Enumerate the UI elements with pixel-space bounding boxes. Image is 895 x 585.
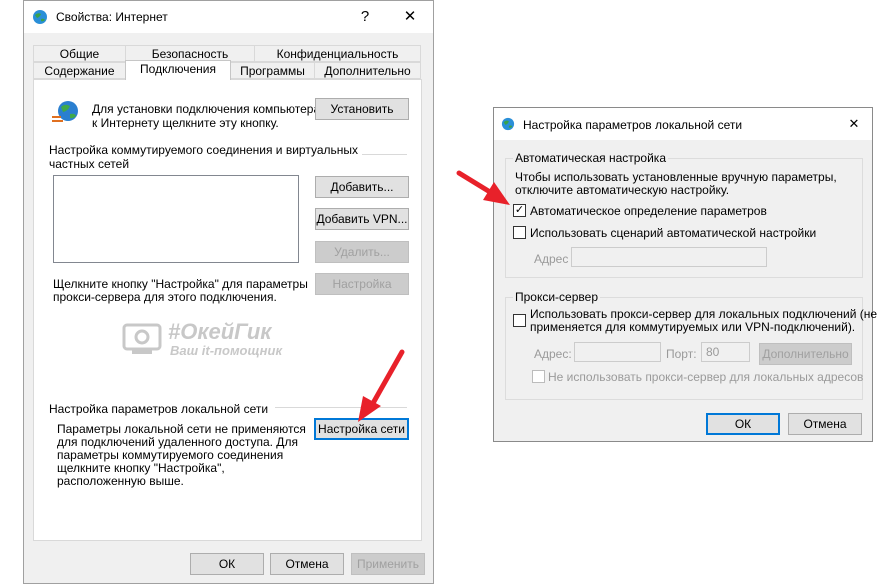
- script-address-input[interactable]: [571, 247, 767, 267]
- watermark-brand: #ОкейГик: [168, 319, 272, 344]
- tab-privacy[interactable]: Конфиденциальность: [254, 45, 421, 62]
- bypass-local-checkbox[interactable]: [532, 370, 545, 383]
- add-vpn-button[interactable]: Добавить VPN...: [315, 208, 409, 230]
- proxy-hint-line1: Щелкните кнопку "Настройка" для параметр…: [53, 277, 308, 291]
- use-proxy-checkbox[interactable]: [513, 314, 526, 327]
- tab-content[interactable]: Содержание: [33, 62, 126, 79]
- lan-section-title: Настройка параметров локальной сети: [49, 402, 269, 416]
- dialog-title: Настройка параметров локальной сети: [523, 118, 743, 132]
- auto-script-label: Использовать сценарий автоматической нас…: [530, 226, 817, 240]
- tab-general[interactable]: Общие: [33, 45, 126, 62]
- setup-text-line1: Для установки подключения компьютера: [92, 102, 321, 116]
- port-label: Порт:: [666, 347, 697, 361]
- lan-text-line1: Параметры локальной сети не применяются: [57, 422, 306, 436]
- lan-text-line4: щелкните кнопку "Настройка",: [57, 461, 225, 475]
- dialup-divider: [362, 154, 407, 155]
- internet-globe-icon: [501, 117, 515, 131]
- tab-programs[interactable]: Программы: [230, 62, 315, 79]
- auto-detect-checkbox[interactable]: ✓: [513, 204, 526, 217]
- setup-text-line2: к Интернету щелкните эту кнопку.: [92, 116, 279, 130]
- setup-button[interactable]: Установить: [315, 98, 409, 120]
- network-globe-icon: [50, 99, 80, 127]
- proxy-hint-line2: прокси-сервера для этого подключения.: [53, 290, 277, 304]
- proxy-group-label: Прокси-сервер: [513, 290, 600, 304]
- proxy-address-input[interactable]: [574, 342, 661, 362]
- cancel-button[interactable]: Отмена: [270, 553, 344, 575]
- auto-config-group-label: Автоматическая настройка: [513, 151, 668, 165]
- use-proxy-label-line2: применяется для коммутируемых или VPN-по…: [530, 320, 856, 334]
- checkmark-icon: ✓: [514, 204, 525, 216]
- dialog-ok-button[interactable]: ОК: [706, 413, 780, 435]
- proxy-address-label: Адрес:: [534, 347, 572, 361]
- close-icon[interactable]: ✕: [390, 1, 430, 33]
- tab-advanced[interactable]: Дополнительно: [314, 62, 421, 79]
- lan-text-line5: расположенную выше.: [57, 474, 184, 488]
- connections-listbox[interactable]: [53, 175, 299, 263]
- lan-divider: [275, 407, 407, 408]
- dialup-section-line1: Настройка коммутируемого соединения и ви…: [49, 143, 359, 157]
- dialog-title-bar: Настройка параметров локальной сети ✕: [494, 108, 872, 140]
- internet-globe-icon: [32, 9, 48, 25]
- dialog-cancel-button[interactable]: Отмена: [788, 413, 862, 435]
- auto-desc-line1: Чтобы использовать установленные вручную…: [515, 170, 837, 184]
- port-input[interactable]: 80: [701, 342, 750, 362]
- lan-text-line2: для подключений удаленного доступа. Для: [57, 435, 298, 449]
- ok-button[interactable]: ОК: [190, 553, 264, 575]
- auto-desc-line2: отключите автоматическую настройку.: [515, 183, 730, 197]
- auto-detect-label: Автоматическое определение параметров: [530, 204, 767, 218]
- internet-properties-window: Свойства: Интернет ? ✕ Общие Безопасност…: [23, 0, 434, 584]
- lan-settings-dialog: Настройка параметров локальной сети ✕ Ав…: [493, 107, 877, 442]
- script-address-label: Адрес: [534, 252, 569, 266]
- settings-button[interactable]: Настройка: [315, 273, 409, 295]
- watermark-computer-icon: [120, 323, 164, 357]
- remove-button[interactable]: Удалить...: [315, 241, 409, 263]
- apply-button[interactable]: Применить: [351, 553, 425, 575]
- lan-settings-button[interactable]: Настройка сети: [314, 418, 409, 440]
- bypass-local-label: Не использовать прокси-сервер для локаль…: [548, 370, 864, 384]
- dialup-section-line2: частных сетей: [49, 157, 130, 171]
- advanced-button[interactable]: Дополнительно: [759, 343, 852, 365]
- auto-script-checkbox[interactable]: [513, 226, 526, 239]
- close-icon[interactable]: ✕: [836, 108, 872, 140]
- title-bar: Свойства: Интернет ? ✕: [24, 1, 433, 33]
- use-proxy-label-line1: Использовать прокси-сервер для локальных…: [530, 307, 878, 321]
- tab-connections[interactable]: Подключения: [125, 60, 231, 80]
- help-button[interactable]: ?: [345, 1, 385, 33]
- add-button[interactable]: Добавить...: [315, 176, 409, 198]
- lan-text-line3: параметры коммутируемого соединения: [57, 448, 284, 462]
- watermark-tagline: Ваш it-помощник: [170, 343, 283, 358]
- window-title: Свойства: Интернет: [56, 10, 168, 24]
